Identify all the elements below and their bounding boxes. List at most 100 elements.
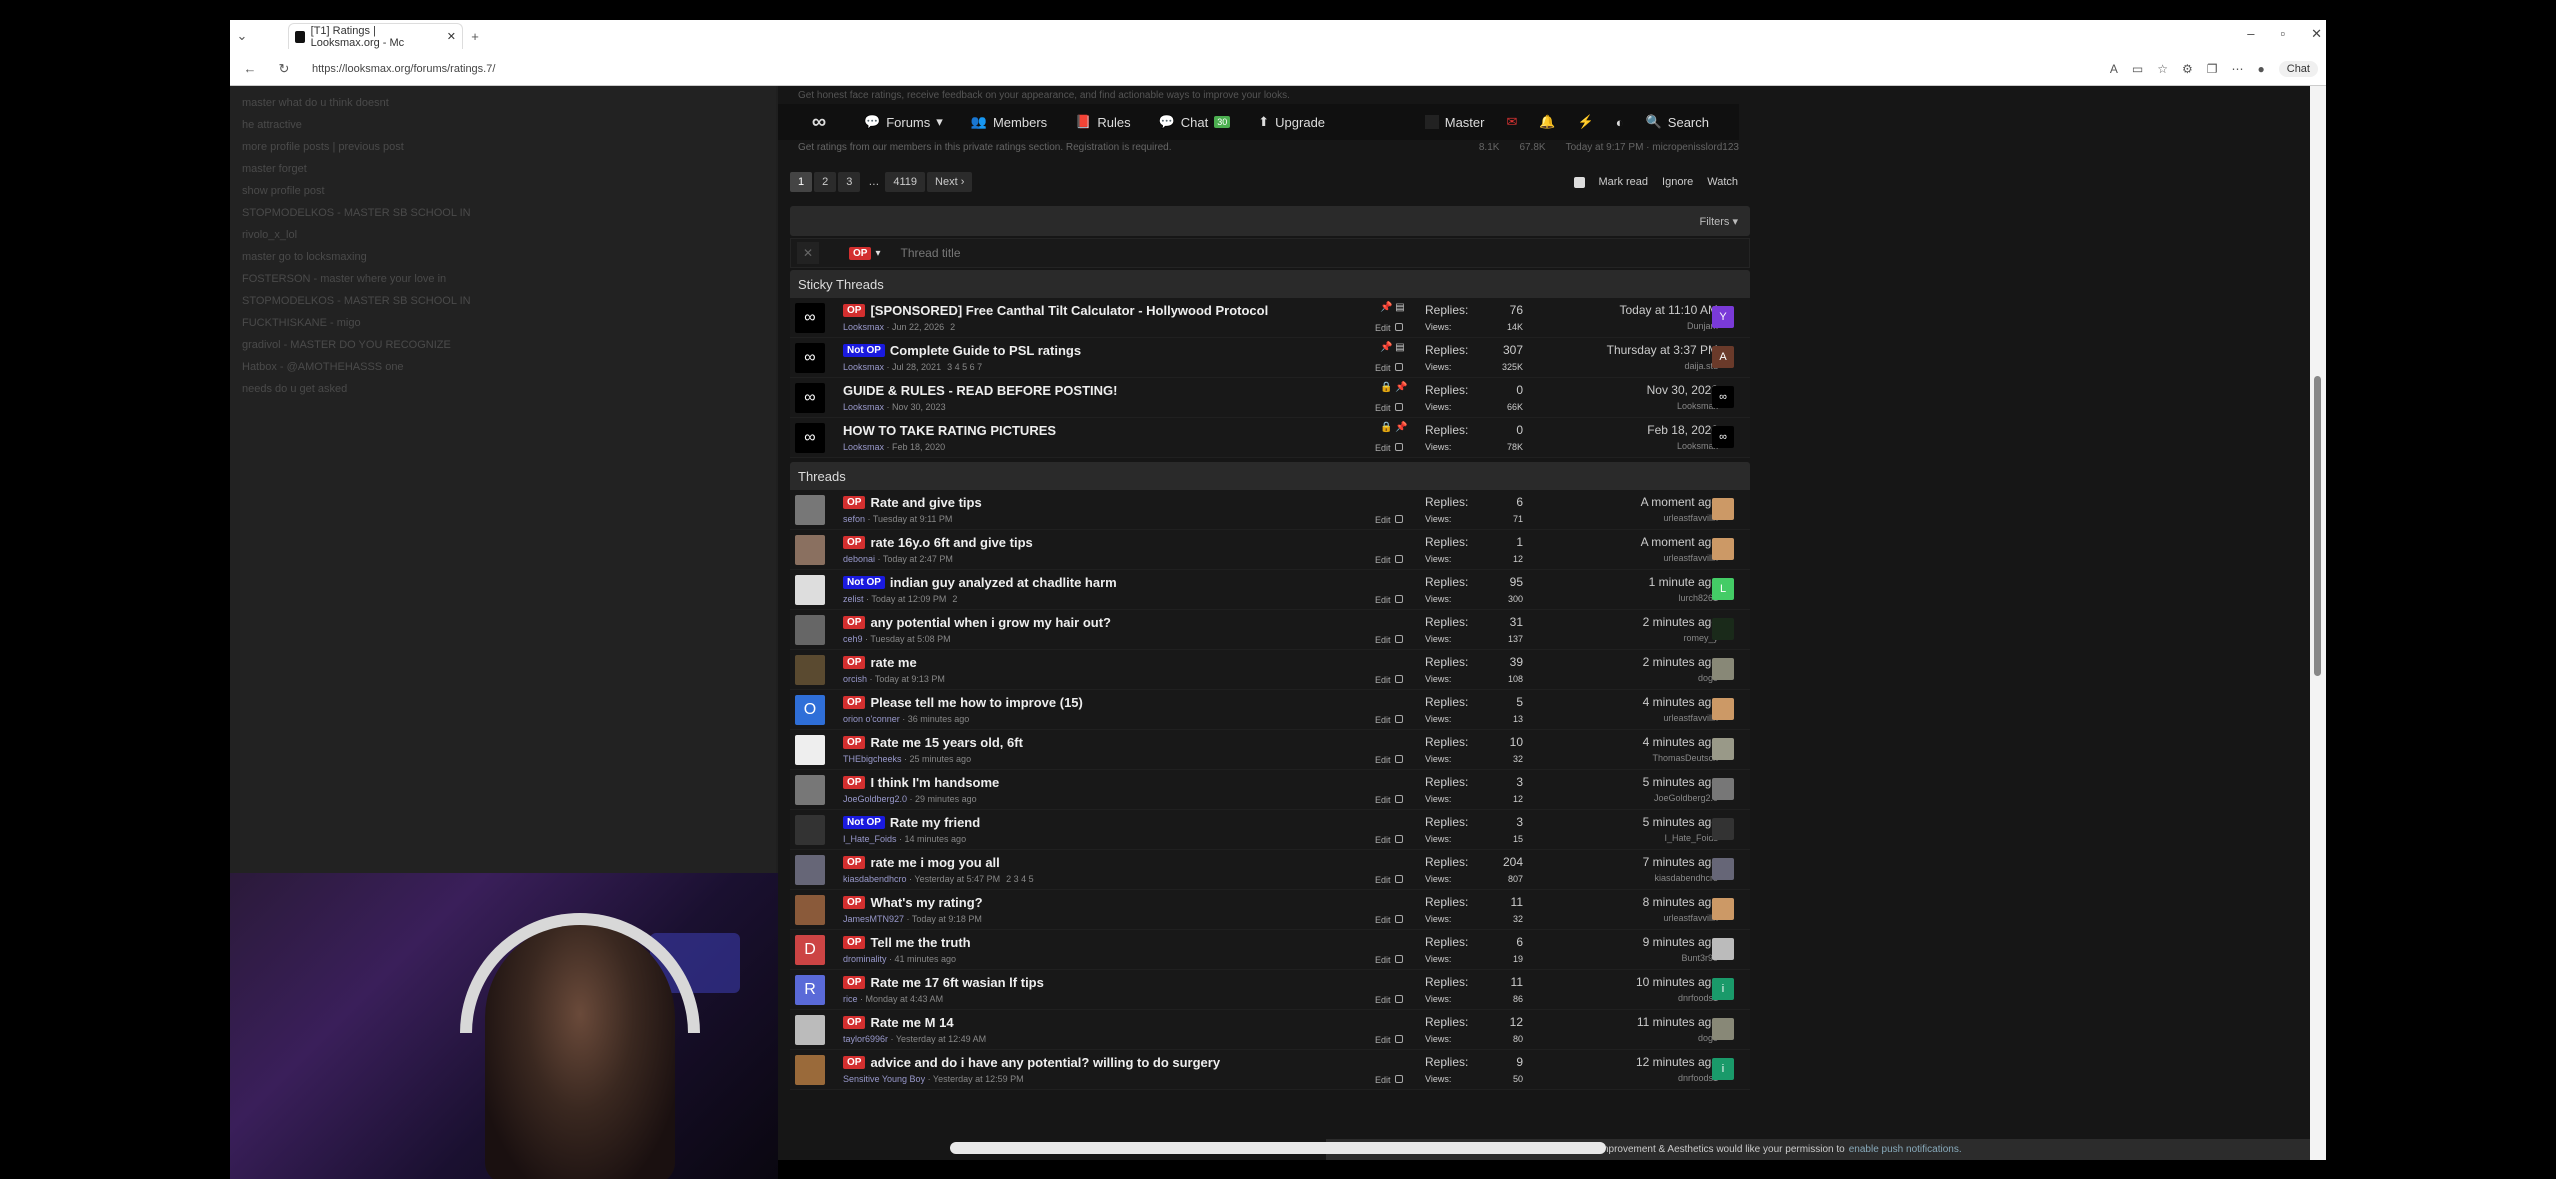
last-poster-avatar[interactable] <box>1712 698 1734 720</box>
thread-title-link[interactable]: Rate me 15 years old, 6ft <box>870 735 1022 750</box>
row-select-checkbox[interactable] <box>1394 515 1403 523</box>
thread-starter-avatar[interactable]: R <box>795 975 825 1005</box>
last-post-time[interactable]: 2 minutes ago <box>1570 654 1718 670</box>
thread-row[interactable]: Not OP indian guy analyzed at chadlite ha… <box>790 570 1750 610</box>
thread-starter-avatar[interactable] <box>795 535 825 565</box>
last-post-time[interactable]: 2 minutes ago <box>1570 614 1718 630</box>
edit-link[interactable]: Edit <box>1375 1035 1403 1045</box>
thread-starter-avatar[interactable]: ∞ <box>795 303 825 333</box>
last-post-user[interactable]: dnrfoods1 <box>1570 1070 1718 1086</box>
thread-author-link[interactable]: Sensitive Young Boy <box>843 1074 925 1084</box>
thread-row[interactable]: O OP Please tell me how to improve (15) ori… <box>790 690 1750 730</box>
thread-author-link[interactable]: rice <box>843 994 858 1004</box>
prefix-select[interactable]: OP <box>849 246 872 260</box>
row-select-checkbox[interactable] <box>1394 323 1403 331</box>
row-select-checkbox[interactable] <box>1394 675 1403 683</box>
thread-start-date[interactable]: Tuesday at 9:11 PM <box>873 514 953 524</box>
last-post-user[interactable]: Looksmax <box>1570 438 1718 454</box>
last-poster-avatar[interactable]: ∞ <box>1712 386 1734 408</box>
row-select-checkbox[interactable] <box>1394 875 1403 883</box>
last-poster-avatar[interactable] <box>1712 1018 1734 1040</box>
thread-row[interactable]: OP any potential when i grow my hair out?… <box>790 610 1750 650</box>
thread-title-link[interactable]: Rate my friend <box>890 815 980 830</box>
thread-row[interactable]: D OP Tell me the truth drominality · 41 min… <box>790 930 1750 970</box>
thread-author-link[interactable]: Looksmax <box>843 362 884 372</box>
edit-link[interactable]: Edit <box>1375 515 1403 525</box>
last-post-time[interactable]: Thursday at 3:37 PM <box>1570 342 1718 358</box>
thread-starter-avatar[interactable] <box>795 1015 825 1045</box>
last-post-user[interactable]: urleastfavvilln <box>1570 550 1718 566</box>
reader-icon[interactable]: ▭ <box>2132 62 2143 76</box>
edit-link[interactable]: Edit <box>1375 595 1403 605</box>
edit-link[interactable]: Edit <box>1375 835 1403 845</box>
sticky-thread-row[interactable]: ∞ Not OP Complete Guide to PSL ratings Look… <box>790 338 1750 378</box>
last-poster-avatar[interactable] <box>1712 658 1734 680</box>
thread-starter-avatar[interactable] <box>795 1055 825 1085</box>
thread-author-link[interactable]: debonai <box>843 554 875 564</box>
row-select-checkbox[interactable] <box>1394 635 1403 643</box>
thread-start-date[interactable]: Nov 30, 2023 <box>892 402 946 412</box>
last-post-time[interactable]: 7 minutes ago <box>1570 854 1718 870</box>
select-all-checkbox[interactable] <box>1573 176 1585 188</box>
last-post-user[interactable]: urleastfavvilln <box>1570 510 1718 526</box>
thread-row[interactable]: OP rate me i mog you all kiasdabendhcro · … <box>790 850 1750 890</box>
last-post-time[interactable]: Nov 30, 2023 <box>1570 382 1718 398</box>
thread-prefix-badge[interactable]: OP <box>843 896 866 909</box>
thread-author-link[interactable]: sefon <box>843 514 865 524</box>
last-post-time[interactable]: 10 minutes ago <box>1570 974 1718 990</box>
last-post-time[interactable]: 9 minutes ago <box>1570 934 1718 950</box>
thread-row[interactable]: Not OP Rate my friend I_Hate_Foids · 14 mi… <box>790 810 1750 850</box>
tab-close-icon[interactable]: ✕ <box>447 30 456 43</box>
extensions-icon[interactable]: ⚙ <box>2182 62 2193 76</box>
thread-title-link[interactable]: Complete Guide to PSL ratings <box>890 343 1081 358</box>
thread-title-link[interactable]: GUIDE & RULES - READ BEFORE POSTING! <box>843 383 1117 398</box>
thread-prefix-badge[interactable]: OP <box>843 304 866 317</box>
thread-starter-avatar[interactable] <box>795 895 825 925</box>
favorite-star-icon[interactable]: ☆ <box>2157 62 2168 76</box>
page-last-button[interactable]: 4119 <box>885 172 926 192</box>
row-select-checkbox[interactable] <box>1394 995 1403 1003</box>
row-select-checkbox[interactable] <box>1394 1035 1403 1043</box>
edit-link[interactable]: Edit <box>1375 715 1403 725</box>
thread-starter-avatar[interactable]: ∞ <box>795 343 825 373</box>
sticky-thread-row[interactable]: ∞ OP [SPONSORED] Free Canthal Tilt Calcula… <box>790 298 1750 338</box>
thread-starter-avatar[interactable] <box>795 655 825 685</box>
thread-author-link[interactable]: I_Hate_Foids <box>843 834 897 844</box>
last-post-time[interactable]: 8 minutes ago <box>1570 894 1718 910</box>
thread-start-date[interactable]: Yesterday at 12:49 AM <box>896 1034 986 1044</box>
nav-chat[interactable]: 💬 Chat 30 <box>1159 114 1231 130</box>
row-select-checkbox[interactable] <box>1394 363 1403 371</box>
thread-author-link[interactable]: taylor6996r <box>843 1034 888 1044</box>
edit-link[interactable]: Edit <box>1375 403 1403 413</box>
last-post-time[interactable]: 4 minutes ago <box>1570 734 1718 750</box>
nav-rules[interactable]: 📕 Rules <box>1075 114 1130 130</box>
edit-link[interactable]: Edit <box>1375 875 1403 885</box>
thread-starter-avatar[interactable] <box>795 815 825 845</box>
thread-author-link[interactable]: drominality <box>843 954 887 964</box>
last-poster-avatar[interactable] <box>1712 898 1734 920</box>
scrollbar-thumb[interactable] <box>2314 376 2321 676</box>
edit-link[interactable]: Edit <box>1375 955 1403 965</box>
page-2-button[interactable]: 2 <box>814 172 837 192</box>
last-poster-avatar[interactable]: ∞ <box>1712 426 1734 448</box>
thread-author-link[interactable]: THEbigcheeks <box>843 754 902 764</box>
site-logo[interactable]: ∞ <box>802 111 836 134</box>
thread-author-link[interactable]: Looksmax <box>843 322 884 332</box>
back-button[interactable]: ← <box>238 61 262 76</box>
last-poster-avatar[interactable] <box>1712 498 1734 520</box>
thread-start-date[interactable]: Today at 9:18 PM <box>912 914 982 924</box>
last-post-time[interactable]: 1 minute ago <box>1570 574 1718 590</box>
thread-title-link[interactable]: What's my rating? <box>870 895 982 910</box>
reload-button[interactable]: ↻ <box>272 61 296 77</box>
user-menu[interactable]: Master <box>1424 115 1484 130</box>
thread-start-date[interactable]: Jun 22, 2026 <box>892 322 944 332</box>
last-post-user[interactable]: daija.std <box>1570 358 1718 374</box>
thread-starter-avatar[interactable]: O <box>795 695 825 725</box>
thread-starter-avatar[interactable]: D <box>795 935 825 965</box>
last-poster-avatar[interactable]: Y <box>1712 306 1734 328</box>
last-poster-avatar[interactable] <box>1712 778 1734 800</box>
last-poster-avatar[interactable] <box>1712 538 1734 560</box>
thread-author-link[interactable]: JoeGoldberg2.0 <box>843 794 907 804</box>
inbox-icon[interactable]: ✉ <box>1506 114 1517 130</box>
row-select-checkbox[interactable] <box>1394 403 1403 411</box>
